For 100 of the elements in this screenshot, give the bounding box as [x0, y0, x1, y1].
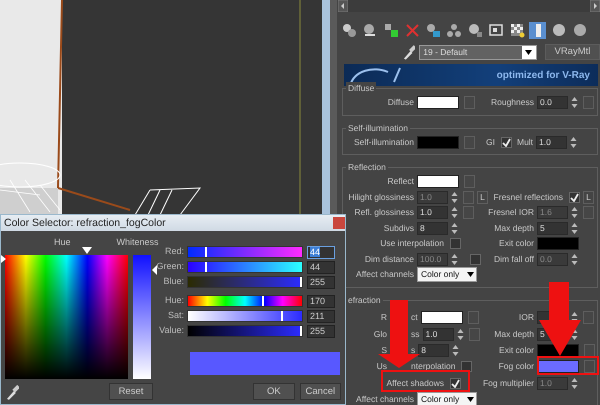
lock-button[interactable]: L	[583, 190, 594, 204]
check-icon	[451, 378, 460, 388]
number-field[interactable]: 170	[307, 294, 335, 308]
color-slider[interactable]	[187, 261, 303, 273]
scroll-right-button[interactable]	[590, 0, 600, 12]
slider-thumb[interactable]	[262, 296, 264, 306]
number-field[interactable]: 1.0	[536, 136, 568, 149]
number-field[interactable]: 44	[307, 246, 335, 258]
field-label: Fresnel IOR	[487, 206, 535, 220]
number-field[interactable]: 1.0	[422, 328, 454, 341]
dialog-button[interactable]: Cancel	[300, 383, 342, 400]
group-title: Reflection	[346, 161, 388, 173]
checkbox[interactable]	[500, 136, 512, 148]
label-fragment: Glo	[372, 328, 387, 340]
spinner-arrows[interactable]	[451, 190, 458, 204]
spinner-arrows[interactable]	[571, 376, 578, 390]
color-slider[interactable]	[187, 310, 303, 322]
color-swatch[interactable]	[420, 311, 463, 324]
checkbox[interactable]	[470, 254, 481, 265]
color-slider[interactable]	[187, 276, 303, 288]
field-label: Hilight glossiness	[347, 190, 415, 204]
field-label: Fog color	[498, 360, 535, 374]
value-text: 255	[310, 326, 326, 336]
color-swatch[interactable]	[417, 136, 459, 149]
spinner-arrows[interactable]	[571, 206, 578, 220]
field-label: Roughness	[490, 96, 535, 110]
checkbox[interactable]	[450, 238, 461, 250]
number-field[interactable]: 255	[307, 324, 335, 338]
number-field[interactable]: 8	[417, 222, 448, 235]
color-slider[interactable]	[187, 325, 303, 337]
field-label: Subdivs	[382, 222, 415, 235]
field-label: IOR	[518, 311, 535, 324]
field-label: Fresnel reflections	[494, 190, 564, 204]
slider-label: Hue:	[164, 294, 185, 308]
slider-thumb[interactable]	[280, 311, 283, 321]
group-title: efraction	[346, 294, 383, 306]
slider-label: Blue:	[162, 275, 185, 288]
group-title: Self-illumination	[346, 122, 410, 134]
frame-icon[interactable]	[488, 22, 504, 38]
spinner-arrows[interactable]	[452, 344, 460, 357]
field-label: Exit color	[498, 237, 535, 250]
eyedropper-icon[interactable]	[5, 384, 19, 400]
field-label: Max depth	[493, 328, 535, 340]
color-swatch[interactable]	[417, 175, 459, 188]
scroll-left-button[interactable]	[338, 0, 348, 12]
field-label: Diffuse	[386, 96, 415, 110]
slider-thumb[interactable]	[205, 262, 208, 272]
checkbox[interactable]	[569, 192, 580, 203]
checkbox[interactable]	[450, 378, 461, 389]
spinner-arrows[interactable]	[571, 222, 578, 235]
highlight-frame	[537, 356, 599, 375]
color-swatch[interactable]	[537, 360, 579, 374]
color-slider[interactable]	[187, 246, 303, 258]
slider-label: Green:	[155, 260, 185, 274]
checker-icon[interactable]	[508, 22, 524, 38]
material-dropdown[interactable]: 19 - Default	[419, 44, 537, 60]
channel-dropdown[interactable]: Color only	[417, 267, 477, 282]
number-field[interactable]: 1.0	[417, 206, 448, 220]
value-text: 44	[310, 262, 320, 272]
spinner-arrows[interactable]	[571, 252, 578, 266]
number-field[interactable]: 255	[307, 276, 335, 288]
spinner-arrows[interactable]	[451, 252, 458, 266]
caret-icon	[467, 397, 474, 402]
eyedropper-icon[interactable]	[402, 44, 416, 60]
label-fragment: nterpolation	[411, 360, 456, 374]
number-field[interactable]: 0.0	[537, 96, 568, 110]
slider-thumb[interactable]	[205, 247, 208, 257]
spinner-arrows[interactable]	[570, 136, 578, 149]
banner-text: optimized for V-Ray	[496, 68, 590, 82]
dialog-button[interactable]: OK	[253, 383, 295, 400]
caret-icon	[467, 272, 474, 278]
material-type-button[interactable]: VRayMtl	[544, 44, 600, 60]
color-swatch[interactable]	[417, 96, 459, 110]
check-icon	[502, 138, 511, 147]
color-swatch[interactable]	[537, 237, 579, 250]
label-fragment: ct	[411, 311, 418, 324]
spinner-arrows[interactable]	[571, 328, 578, 341]
spinner-arrows[interactable]	[451, 206, 458, 220]
label-fragment: R	[380, 311, 387, 324]
dialog-button[interactable]: Reset	[108, 383, 154, 400]
spinner-arrows[interactable]	[571, 96, 578, 110]
spheres-icon[interactable]	[340, 22, 356, 38]
channel-dropdown[interactable]: Color only	[417, 392, 477, 405]
spinner-arrows[interactable]	[451, 222, 458, 235]
field-label: Fog multiplier	[482, 376, 535, 390]
sphere-icon[interactable]	[572, 22, 588, 38]
number-field[interactable]: 8	[418, 344, 450, 357]
color-slider[interactable]	[187, 295, 303, 307]
field-label: Mult	[516, 136, 534, 149]
sphere-icon[interactable]	[550, 22, 566, 38]
number-field[interactable]: 44	[307, 260, 335, 274]
number-field[interactable]: 5	[537, 222, 568, 235]
field-label: Dim distance	[364, 252, 415, 266]
spinner-arrows[interactable]	[456, 328, 464, 341]
field-label: Self-illumination	[353, 136, 415, 149]
value-text: 211	[310, 310, 324, 320]
value-text: 44	[310, 246, 320, 256]
number-field[interactable]: 211	[307, 310, 335, 322]
label-fragment: s	[411, 344, 416, 357]
field-label: Use interpolation	[380, 237, 445, 250]
